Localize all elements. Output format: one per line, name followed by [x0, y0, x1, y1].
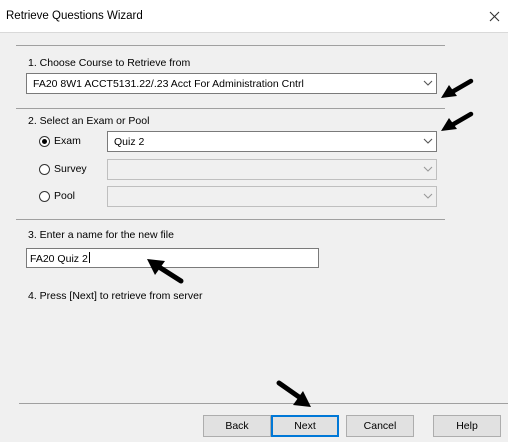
pointer-arrow-icon — [441, 111, 474, 131]
step1-label: 1. Choose Course to Retrieve from — [28, 57, 191, 69]
text-caret — [88, 252, 90, 263]
group-divider-3 — [16, 219, 445, 220]
chevron-down-icon — [423, 80, 433, 86]
pool-select[interactable] — [107, 186, 437, 207]
chevron-down-icon — [423, 138, 433, 144]
chevron-down-icon — [423, 193, 433, 199]
radio-survey-label: Survey — [54, 163, 87, 175]
exam-select[interactable]: Quiz 2 — [107, 131, 437, 152]
step2-label: 2. Select an Exam or Pool — [28, 115, 150, 127]
next-button[interactable]: Next — [271, 415, 339, 437]
course-select[interactable]: FA20 8W1 ACCT5131.22/.23 Acct For Admini… — [26, 73, 437, 94]
course-select-value: FA20 8W1 ACCT5131.22/.23 Acct For Admini… — [33, 78, 304, 90]
button-divider — [19, 403, 508, 404]
survey-select[interactable] — [107, 159, 437, 180]
file-name-value: FA20 Quiz 2 — [30, 253, 88, 265]
group-divider-1 — [16, 45, 445, 46]
pointer-arrow-icon — [147, 259, 184, 284]
radio-exam-label: Exam — [54, 135, 81, 147]
pointer-arrow-icon — [441, 78, 474, 98]
chevron-down-icon — [423, 166, 433, 172]
help-button[interactable]: Help — [433, 415, 501, 437]
title-bar: Retrieve Questions Wizard — [0, 0, 508, 32]
radio-pool-label: Pool — [54, 190, 76, 202]
cancel-button[interactable]: Cancel — [346, 415, 414, 437]
group-divider-2 — [16, 108, 445, 109]
pointer-arrow-icon — [276, 380, 311, 407]
radio-pool-button[interactable] — [39, 191, 50, 202]
back-button[interactable]: Back — [203, 415, 271, 437]
window-title: Retrieve Questions Wizard — [6, 10, 143, 22]
close-button[interactable] — [480, 0, 508, 32]
exam-select-value: Quiz 2 — [114, 136, 145, 148]
radio-survey-button[interactable] — [39, 164, 50, 175]
radio-exam-button[interactable] — [39, 136, 50, 147]
step4-label: 4. Press [Next] to retrieve from server — [28, 290, 203, 302]
step3-label: 3. Enter a name for the new file — [28, 229, 174, 241]
close-icon — [489, 11, 499, 21]
